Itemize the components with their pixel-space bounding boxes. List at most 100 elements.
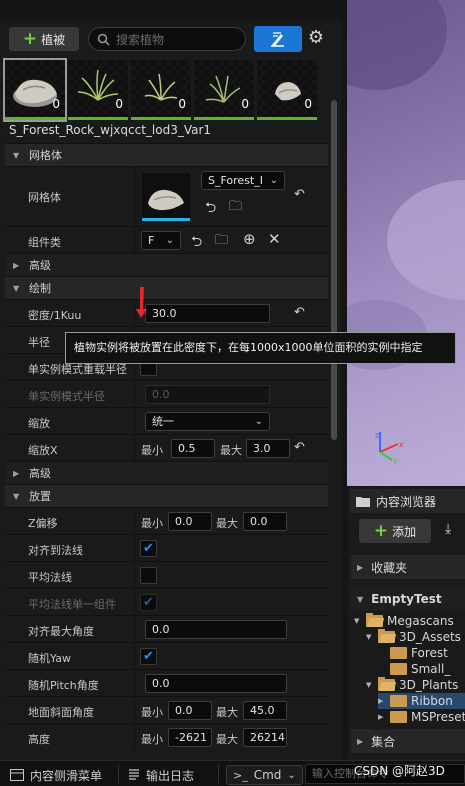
ground-slope-max-input[interactable]: 45.0 (243, 701, 287, 720)
random-pitch-input[interactable]: 0.0 (145, 674, 287, 693)
section-label: 高级 (29, 467, 51, 480)
single-radius-input: 0.0 (145, 385, 270, 404)
collections-section[interactable]: ▶ 集合 (351, 729, 465, 753)
tree-item-label: 3D_Assets (399, 630, 461, 644)
svg-text:y: y (393, 456, 398, 464)
divider (134, 167, 135, 226)
add-foliage-button[interactable]: + 植被 (9, 27, 79, 51)
clear-icon[interactable]: ✕ (268, 230, 281, 248)
avg-normal-checkbox[interactable] (140, 567, 157, 584)
project-section[interactable]: ▼ EmptyTest (351, 587, 465, 611)
zoffset-max-input[interactable]: 0.0 (243, 512, 287, 531)
output-log-button[interactable]: 输出日志 (128, 765, 194, 785)
height-min-input[interactable]: -2621 (168, 728, 212, 747)
reset-icon[interactable]: ↶ (294, 187, 305, 202)
tree-item-small[interactable]: Small_ (390, 661, 450, 677)
divider (134, 670, 135, 696)
zoffset-row: Z偏移 最小 0.0 最大 0.0 (5, 507, 328, 534)
foliage-thumb-grass-1[interactable]: 0 (68, 60, 128, 120)
section-advanced[interactable]: ▶ 高级 (5, 253, 328, 276)
mesh-label: 网格体 (28, 191, 61, 204)
tree-item-mspresets[interactable]: ▶ MSPresets (378, 709, 465, 725)
scalex-min-input[interactable]: 0.5 (171, 439, 215, 458)
align-max-angle-input[interactable]: 0.0 (145, 620, 287, 639)
scalex-row: 缩放X 最小 0.5 最大 3.0 ↶ (5, 434, 328, 461)
foliage-thumb-rock[interactable]: 0 (3, 58, 67, 122)
min-label: 最小 (141, 517, 163, 530)
section-label: 放置 (29, 490, 51, 503)
svg-text:x: x (399, 440, 404, 449)
paint-mode-button[interactable] (254, 26, 302, 52)
component-class-select[interactable]: F ⌄ (141, 231, 181, 250)
collapse-arrow-icon: ▼ (13, 150, 20, 160)
folder-icon (390, 695, 407, 707)
favorites-section[interactable]: ▶ 收藏夹 (351, 555, 465, 579)
reset-icon[interactable]: ↶ (294, 305, 305, 320)
foliage-search-input[interactable]: 搜索植物 (88, 27, 246, 51)
section-mesh[interactable]: ▼ 网格体 (5, 143, 328, 166)
zoffset-label: Z偏移 (28, 517, 58, 530)
content-drawer-label: 内容侧滑菜单 (30, 768, 103, 783)
folder-open-icon (378, 677, 395, 691)
plus-icon: + (373, 520, 389, 541)
use-selected-icon[interactable]: ⮌ (191, 231, 202, 255)
settings-gear-icon[interactable]: ⚙ (306, 28, 326, 48)
align-normal-checkbox[interactable]: ✔ (140, 540, 157, 557)
content-add-button[interactable]: + 添加 (359, 519, 431, 543)
import-icon[interactable]: ⤓ (445, 521, 451, 537)
height-label: 高度 (28, 733, 50, 746)
foliage-toolbar: + 植被 搜索植物 ⚙ (0, 20, 342, 58)
level-viewport[interactable] (347, 0, 465, 486)
min-label: 最小 (141, 706, 163, 719)
scalex-max-input[interactable]: 3.0 (246, 439, 290, 458)
collapse-arrow-icon: ▼ (13, 491, 20, 501)
random-pitch-row: 随机Pitch角度 0.0 (5, 669, 328, 696)
browse-asset-icon[interactable]: 🗀 (215, 231, 228, 253)
tree-item-ribbon[interactable]: ▶ Ribbon (378, 693, 465, 709)
content-browser: 内容浏览器 + 添加 ⤓ ▶ 收藏夹 ▼ EmptyTest ▼ Megasca… (348, 487, 465, 760)
max-label: 最大 (216, 706, 238, 719)
scale-mode-select[interactable]: 统一 ⌄ (145, 412, 270, 431)
use-selected-icon[interactable]: ⮌ (205, 197, 216, 221)
top-strip (0, 0, 342, 20)
cmd-dropdown[interactable]: >_ Cmd ⌄ (226, 765, 303, 785)
content-drawer-button[interactable]: 内容侧滑菜单 (10, 765, 102, 785)
section-placement[interactable]: ▼ 放置 (5, 484, 328, 507)
tree-item-3d-assets[interactable]: ▼ 3D_Assets (366, 629, 461, 645)
random-yaw-checkbox[interactable]: ✔ (140, 648, 157, 665)
cmd-label: Cmd (253, 768, 282, 782)
section-paint[interactable]: ▼ 绘制 (5, 276, 328, 299)
terminal-icon: >_ (233, 768, 248, 782)
content-browser-tab[interactable]: 内容浏览器 (350, 489, 465, 513)
section-advanced-2[interactable]: ▶ 高级 (5, 461, 328, 484)
density-label: 密度/1Kuu (28, 309, 82, 322)
folder-open-icon (378, 629, 395, 643)
reset-icon[interactable]: ↶ (294, 440, 305, 455)
max-label: 最大 (216, 517, 238, 530)
details-scrollbar[interactable] (331, 100, 337, 440)
thumb-count: 0 (115, 97, 123, 111)
zoffset-min-input[interactable]: 0.0 (168, 512, 212, 531)
add-icon[interactable]: ⊕ (243, 230, 256, 248)
expand-arrow-icon: ▶ (378, 697, 384, 705)
divider (134, 535, 135, 561)
density-input[interactable]: 30.0 (145, 304, 270, 323)
avg-normal-row: 平均法线 (5, 561, 328, 588)
tree-item-megascans[interactable]: ▼ Megascans (354, 613, 454, 629)
divider (134, 227, 135, 253)
tree-item-forest[interactable]: Forest (390, 645, 448, 661)
foliage-thumb-grass-2[interactable]: 0 (131, 60, 191, 120)
mesh-asset-select[interactable]: S_Forest_I ⌄ (201, 171, 285, 190)
mesh-thumbnail[interactable] (142, 173, 190, 221)
expand-arrow-icon: ▶ (378, 713, 384, 721)
tree-item-3d-plants[interactable]: ▼ 3D_Plants (366, 677, 458, 693)
single-radius-label: 单实例模式半径 (28, 390, 105, 403)
browse-asset-icon[interactable]: 🗀 (229, 197, 242, 219)
mesh-asset-value: S_Forest_I (208, 174, 263, 187)
ground-slope-min-input[interactable]: 0.0 (168, 701, 212, 720)
height-max-input[interactable]: 26214 (243, 728, 287, 747)
foliage-thumb-grass-3[interactable]: 0 (194, 60, 254, 120)
foliage-thumb-rock-2[interactable]: 0 (257, 60, 317, 120)
foliage-thumbnails: 0 0 0 0 0 (3, 58, 335, 122)
details-panel: ▼ 网格体 网格体 S_Forest_I ⌄ ⮌ 🗀 ↶ 组件类 F ⌄ ⮌ 🗀… (5, 143, 328, 750)
